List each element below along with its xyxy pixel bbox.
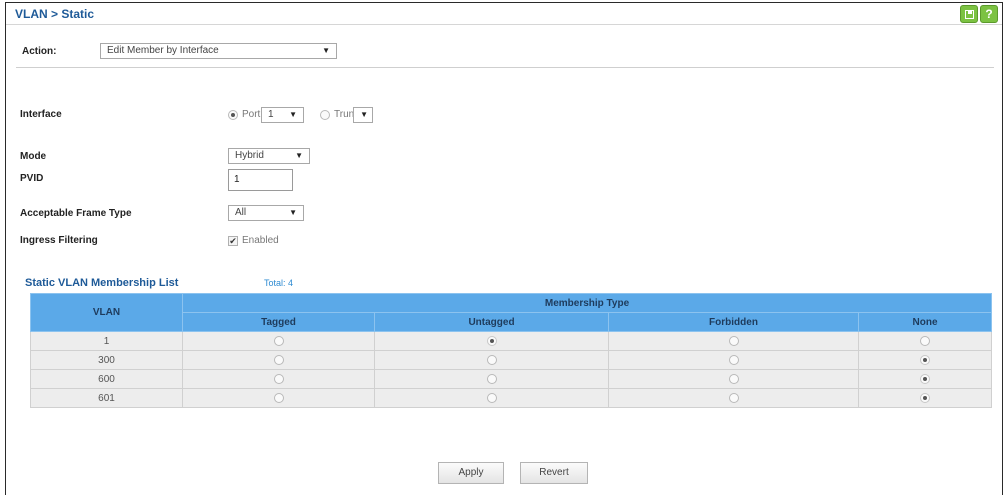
table-row: 1 <box>30 331 993 351</box>
table-row: 601 <box>30 388 993 408</box>
untagged-column-header: Untagged <box>374 312 609 332</box>
tagged-cell <box>182 388 375 408</box>
forbidden-cell <box>608 350 859 370</box>
chevron-down-icon: ▼ <box>360 110 368 119</box>
forbidden-cell <box>608 388 859 408</box>
port-radio[interactable] <box>228 110 238 120</box>
none-radio[interactable] <box>920 392 931 403</box>
revert-button[interactable]: Revert <box>520 462 588 484</box>
vlan-cell: 1 <box>30 331 183 351</box>
untagged-cell <box>374 350 609 370</box>
untagged-radio[interactable] <box>486 392 497 403</box>
forbidden-radio[interactable] <box>728 354 739 365</box>
none-radio[interactable] <box>920 354 931 365</box>
vlan-column-header: VLAN <box>30 293 183 332</box>
forbidden-radio[interactable] <box>728 335 739 346</box>
table-header-row: VLAN Membership Type <box>30 293 993 332</box>
tagged-cell <box>182 350 375 370</box>
page-title: VLAN > Static <box>15 7 95 21</box>
action-select[interactable]: Edit Member by Interface ▼ <box>100 43 337 59</box>
save-icon[interactable] <box>960 5 978 23</box>
floppy-glyph <box>965 10 974 19</box>
table-row: 300 <box>30 350 993 370</box>
forbidden-cell <box>608 369 859 389</box>
trunk-select[interactable]: ▼ <box>353 107 373 123</box>
vlan-cell: 601 <box>30 388 183 408</box>
membership-list-title: Static VLAN Membership List <box>25 277 179 289</box>
membership-total: Total: 4 <box>264 278 294 288</box>
chevron-down-icon: ▼ <box>322 46 330 55</box>
mode-select-value: Hybrid <box>235 150 264 161</box>
tagged-cell <box>182 369 375 389</box>
none-cell <box>857 331 993 351</box>
untagged-cell <box>374 369 609 389</box>
pvid-label: PVID <box>20 173 44 184</box>
none-radio[interactable] <box>920 335 931 346</box>
forbidden-radio[interactable] <box>728 373 739 384</box>
none-cell <box>857 350 993 370</box>
port-select-value: 1 <box>268 109 274 120</box>
frame-type-select-value: All <box>235 207 247 218</box>
membership-table-body: 1 300 600 601 <box>30 331 993 408</box>
ingress-checkbox-label: Enabled <box>242 235 279 246</box>
vlan-cell: 600 <box>30 369 183 389</box>
mode-select[interactable]: Hybrid ▼ <box>228 148 310 164</box>
action-row: Action: Edit Member by Interface ▼ <box>16 36 994 68</box>
table-row: 600 <box>30 369 993 389</box>
ingress-checkbox[interactable]: ✔ <box>228 236 238 246</box>
chevron-down-icon: ▼ <box>295 151 303 160</box>
untagged-cell <box>374 388 609 408</box>
title-bar: VLAN > Static ? <box>6 3 1002 25</box>
port-select[interactable]: 1 ▼ <box>261 107 304 123</box>
chevron-down-icon: ▼ <box>289 208 297 217</box>
tagged-radio[interactable] <box>273 354 284 365</box>
ingress-label: Ingress Filtering <box>20 235 98 246</box>
untagged-cell <box>374 331 609 351</box>
none-cell <box>857 388 993 408</box>
port-radio-label: Port <box>242 109 261 120</box>
none-radio[interactable] <box>920 373 931 384</box>
help-icon[interactable]: ? <box>980 5 998 23</box>
action-label: Action: <box>22 46 57 57</box>
forbidden-radio[interactable] <box>728 392 739 403</box>
vlan-cell: 300 <box>30 350 183 370</box>
pvid-input[interactable]: 1 <box>228 169 293 191</box>
question-glyph: ? <box>985 7 993 21</box>
membership-table: VLAN Membership Type Tagged Untagged For… <box>30 293 993 408</box>
interface-label: Interface <box>20 109 62 120</box>
none-column-header: None <box>857 312 993 332</box>
chevron-down-icon: ▼ <box>289 110 297 119</box>
tagged-radio[interactable] <box>273 392 284 403</box>
none-cell <box>857 369 993 389</box>
untagged-radio[interactable] <box>486 354 497 365</box>
membership-type-header: Membership Type <box>181 293 993 313</box>
untagged-radio[interactable] <box>486 373 497 384</box>
trunk-radio[interactable] <box>320 110 330 120</box>
apply-button[interactable]: Apply <box>438 462 504 484</box>
page-frame: VLAN > Static ? Action: Edit Member by I… <box>5 2 1003 495</box>
tagged-radio[interactable] <box>273 373 284 384</box>
action-select-value: Edit Member by Interface <box>107 45 219 56</box>
forbidden-column-header: Forbidden <box>608 312 859 332</box>
tagged-column-header: Tagged <box>182 312 375 332</box>
frame-type-select[interactable]: All ▼ <box>228 205 304 221</box>
untagged-radio[interactable] <box>486 335 497 346</box>
forbidden-cell <box>608 331 859 351</box>
frame-type-label: Acceptable Frame Type <box>20 208 132 219</box>
mode-label: Mode <box>20 151 47 162</box>
tagged-radio[interactable] <box>273 335 284 346</box>
tagged-cell <box>182 331 375 351</box>
